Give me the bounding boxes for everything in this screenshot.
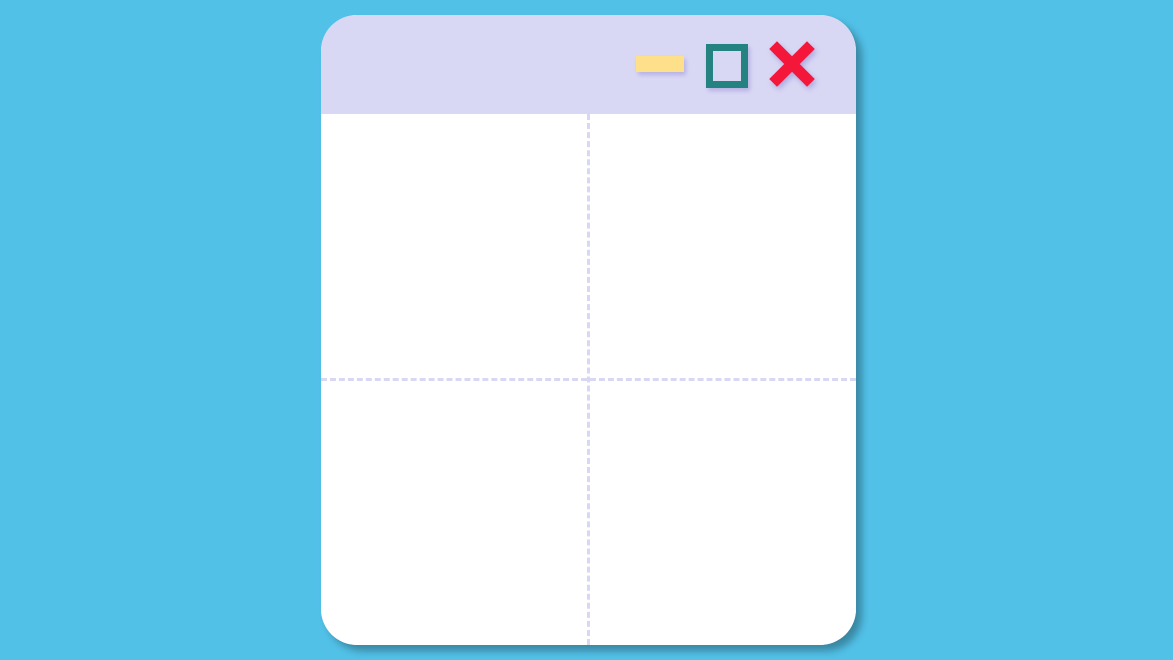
pane-bottom-right[interactable] [590,381,856,645]
maximize-button[interactable] [706,44,748,88]
close-icon [769,41,815,87]
desktop-background [0,0,1173,660]
minimize-icon [636,56,684,72]
close-button[interactable] [769,41,815,87]
window-titlebar[interactable] [321,15,856,114]
pane-bottom-left[interactable] [321,381,587,645]
pane-top-right[interactable] [590,114,856,378]
app-window [321,15,856,645]
horizontal-divider [321,378,856,381]
pane-top-left[interactable] [321,114,587,378]
window-content [321,114,856,645]
maximize-icon [706,44,748,88]
minimize-button[interactable] [636,56,684,72]
